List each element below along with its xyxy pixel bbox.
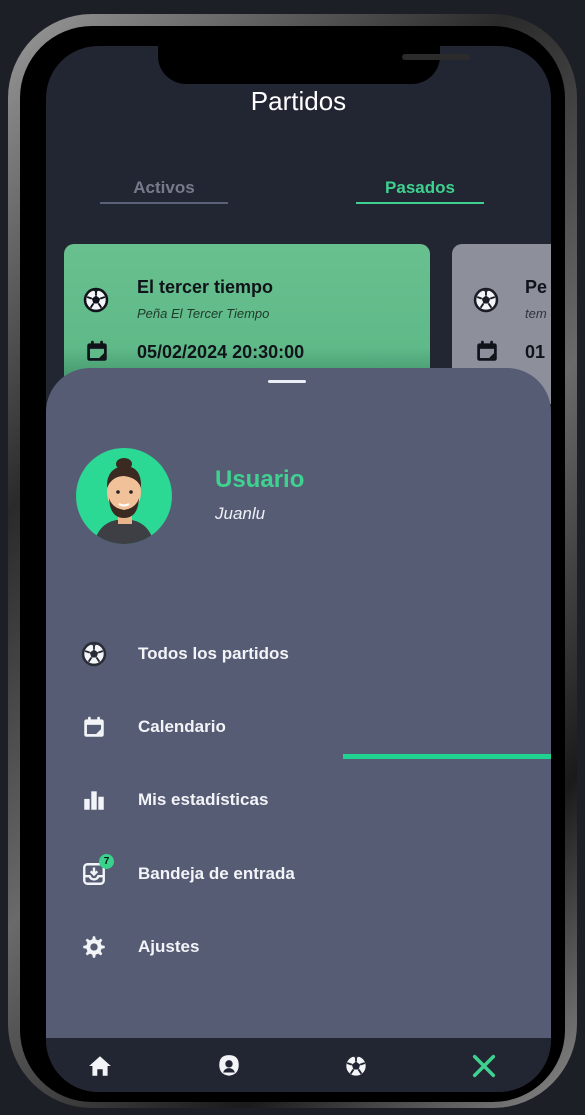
avatar-illustration <box>94 458 154 544</box>
menu-item-label: Ajustes <box>138 937 200 956</box>
match-date: 05/02/2024 20:30:00 <box>137 342 305 362</box>
phone-screen: Partidos Activos Pasados El tercer tiemp… <box>46 46 551 1092</box>
home-icon[interactable] <box>86 1052 114 1080</box>
close-icon[interactable] <box>470 1052 498 1080</box>
soccer-ball-icon[interactable] <box>342 1052 370 1080</box>
user-icon[interactable] <box>215 1052 243 1080</box>
speaker <box>402 54 470 60</box>
menu-item-label: Bandeja de entrada <box>138 864 295 883</box>
soccer-ball-icon <box>82 286 110 314</box>
soccer-ball-icon <box>80 640 108 668</box>
menu-item-ajustes[interactable]: Ajustes <box>80 927 380 967</box>
menu-item-label: Calendario <box>138 717 226 736</box>
menu-item-bandeja-de-entrada[interactable]: 7 Bandeja de entrada <box>80 854 380 894</box>
match-subtitle: Peña El Tercer Tiempo <box>137 306 270 321</box>
inbox-badge: 7 <box>99 854 114 869</box>
side-menu-sheet: Usuario Juanlu Todos los partidos Calend… <box>46 368 551 1038</box>
menu-item-todos-los-partidos[interactable]: Todos los partidos <box>80 634 380 674</box>
bottom-nav-bar <box>46 1038 551 1092</box>
avatar[interactable] <box>76 448 172 544</box>
accent-indicator-line <box>343 754 551 759</box>
match-title: El tercer tiempo <box>137 277 274 297</box>
menu-item-label: Todos los partidos <box>138 644 289 663</box>
notch <box>158 46 470 84</box>
page-title: Partidos <box>250 86 347 116</box>
profile-username: Juanlu <box>215 504 266 523</box>
calendar-icon <box>80 713 108 741</box>
bar-chart-icon <box>80 786 108 814</box>
profile-label: Usuario <box>215 466 305 493</box>
menu-item-calendario[interactable]: Calendario <box>80 707 380 747</box>
inbox-icon: 7 <box>80 854 114 888</box>
tab-pasados-underline <box>356 202 484 204</box>
drag-handle[interactable] <box>268 380 306 383</box>
match-date: 01 <box>525 342 546 362</box>
gear-icon <box>80 933 108 961</box>
tab-pasados[interactable]: Pasados <box>356 178 484 198</box>
match-title: Pe <box>525 277 548 297</box>
calendar-icon <box>84 338 110 364</box>
tab-activos[interactable]: Activos <box>100 178 228 198</box>
menu-item-mis-estadisticas[interactable]: Mis estadísticas <box>80 780 380 820</box>
menu-item-label: Mis estadísticas <box>138 790 269 809</box>
calendar-icon <box>474 338 500 364</box>
match-subtitle: tem <box>525 306 547 321</box>
soccer-ball-icon <box>472 286 500 314</box>
tab-activos-underline <box>100 202 228 204</box>
